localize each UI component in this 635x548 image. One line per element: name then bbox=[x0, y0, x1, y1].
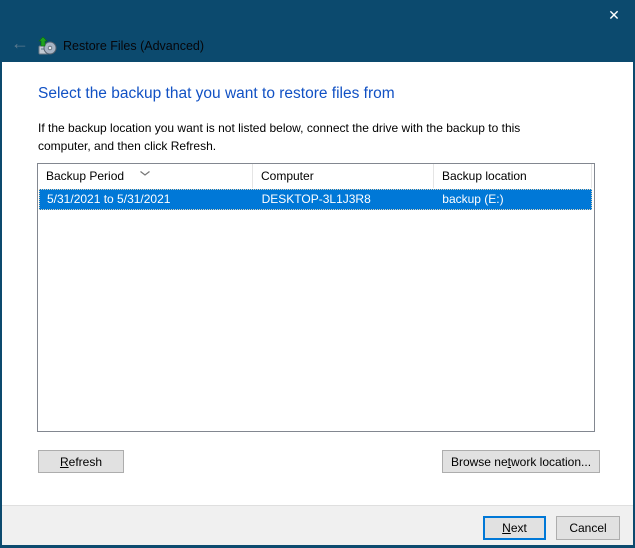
browse-network-location-button[interactable]: Browse network location... bbox=[442, 450, 600, 473]
backup-list-header: Backup Period Computer Backup location bbox=[38, 164, 594, 188]
instruction-line-1: If the backup location you want is not l… bbox=[38, 121, 521, 135]
browse-label-pre: Browse ne bbox=[450, 454, 508, 469]
restore-files-dialog: ✕ ← Restore Files (Advanced) Select the … bbox=[0, 0, 635, 548]
cell-backup-location: backup (E:) bbox=[442, 192, 504, 206]
close-icon[interactable]: ✕ bbox=[601, 4, 627, 26]
cancel-button[interactable]: Cancel bbox=[556, 516, 620, 540]
column-header-computer[interactable]: Computer bbox=[253, 164, 434, 188]
column-header-backup-location[interactable]: Backup location bbox=[434, 164, 592, 188]
next-label: ext bbox=[510, 521, 527, 535]
instruction-line-2: computer, and then click Refresh. bbox=[38, 139, 217, 153]
backup-list: Backup Period Computer Backup location 5… bbox=[37, 163, 595, 432]
instruction-text: If the backup location you want is not l… bbox=[38, 119, 520, 155]
main-instruction: Select the backup that you want to resto… bbox=[38, 85, 395, 102]
refresh-button[interactable]: Refresh bbox=[38, 450, 124, 473]
refresh-label: efresh bbox=[68, 454, 103, 469]
refresh-accel: R bbox=[59, 454, 69, 469]
header-band: ✕ ← Restore Files (Advanced) bbox=[0, 0, 635, 62]
sort-descending-icon bbox=[139, 164, 151, 176]
cell-backup-period: 5/31/2021 to 5/31/2021 bbox=[47, 192, 171, 206]
browse-label-post: work location... bbox=[511, 454, 592, 469]
next-button[interactable]: Next bbox=[483, 516, 546, 540]
cell-computer: DESKTOP-3L1J3R8 bbox=[261, 192, 371, 206]
page-title: Restore Files (Advanced) bbox=[63, 39, 205, 53]
window-border-left bbox=[0, 0, 2, 548]
restore-files-icon bbox=[37, 35, 57, 56]
backup-row-selected[interactable]: 5/31/2021 to 5/31/2021 DESKTOP-3L1J3R8 b… bbox=[39, 189, 592, 210]
next-accel: N bbox=[502, 521, 511, 535]
back-icon[interactable]: ← bbox=[8, 33, 32, 55]
